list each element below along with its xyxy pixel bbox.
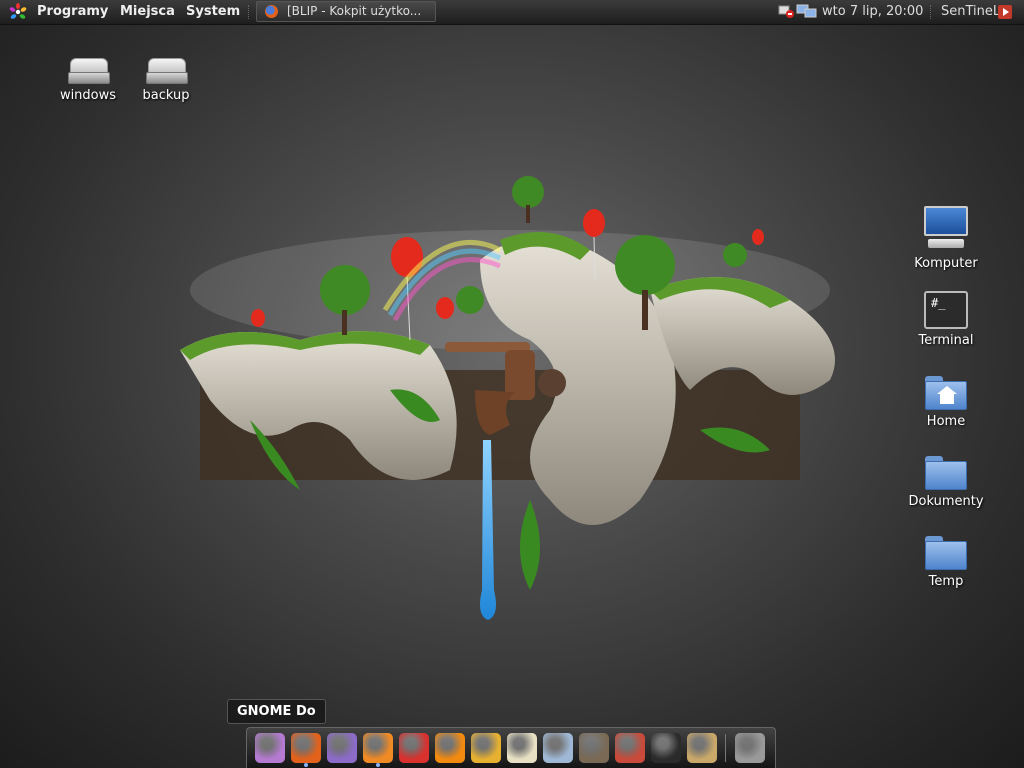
desktop-icon-komputer[interactable]: Komputer [906,206,986,271]
network-connected-icon[interactable] [796,4,818,19]
running-indicator [376,763,380,767]
desktop-icon-home[interactable]: Home [906,376,986,429]
taskbar-window-button[interactable]: [BLIP - Kokpit użytko... [256,1,436,22]
desktop-icon-label: windows [59,88,117,103]
terminal-icon[interactable] [651,733,681,763]
terminal-glyph: #_ [931,296,946,310]
drive-icon [68,58,110,84]
desktop-icon-temp[interactable]: Temp [906,536,986,589]
menu-programy[interactable]: Programy [37,0,108,24]
desktop-icon-label: Temp [928,574,964,589]
home-folder-icon [925,376,967,410]
gimp-icon[interactable] [579,733,609,763]
clock[interactable]: wto 7 lip, 20:00 [822,0,923,24]
taskbar-window-title: [BLIP - Kokpit użytko... [287,4,422,18]
desktop-icon-dokumenty[interactable]: Dokumenty [906,456,986,509]
world-clock-icon[interactable] [543,733,573,763]
gnome-do-icon[interactable] [255,733,285,763]
logout-icon[interactable] [998,5,1012,19]
desktop-icon-terminal[interactable]: #_ Terminal [906,291,986,348]
desktop-icon-label: Komputer [914,256,978,271]
network-disconnected-icon[interactable] [778,4,794,19]
firefox-icon[interactable] [291,733,321,763]
folder-icon [925,536,967,570]
gnome-foot-icon[interactable] [9,3,27,21]
software-install-icon[interactable] [615,733,645,763]
dock-tooltip: GNOME Do [227,699,326,724]
twitter-bird-icon[interactable] [363,733,393,763]
desktop-icon-label: Dokumenty [908,494,984,509]
desktop-icon-backup[interactable]: backup [126,58,206,103]
terminal-icon: #_ [924,291,968,329]
panel-separator [248,5,251,19]
archive-manager-icon[interactable] [687,733,717,763]
menu-system[interactable]: System [186,0,240,24]
firefox-icon [265,5,278,18]
drive-icon [146,58,188,84]
panel-separator [930,5,933,19]
miro-icon[interactable] [399,733,429,763]
pidgin-icon[interactable] [327,733,357,763]
dock-separator [725,734,726,762]
user-switcher[interactable]: SenTineL [941,0,1000,24]
wallpaper-artwork [180,176,835,620]
menu-miejsca[interactable]: Miejsca [120,0,175,24]
desktop-icon-label: Terminal [918,333,974,348]
system-monitor-icon[interactable] [471,733,501,763]
folder-icon [925,456,967,490]
desktop-icon-label: backup [142,88,190,103]
text-editor-icon[interactable] [507,733,537,763]
trash-icon[interactable] [735,733,765,763]
vlc-icon[interactable] [435,733,465,763]
running-indicator [304,763,308,767]
dock [246,727,776,768]
desktop-icon-label: Home [926,414,966,429]
computer-icon [922,206,970,252]
desktop-icon-windows[interactable]: windows [48,58,128,103]
top-panel: Programy Miejsca System [BLIP - Kokpit u… [0,0,1024,25]
